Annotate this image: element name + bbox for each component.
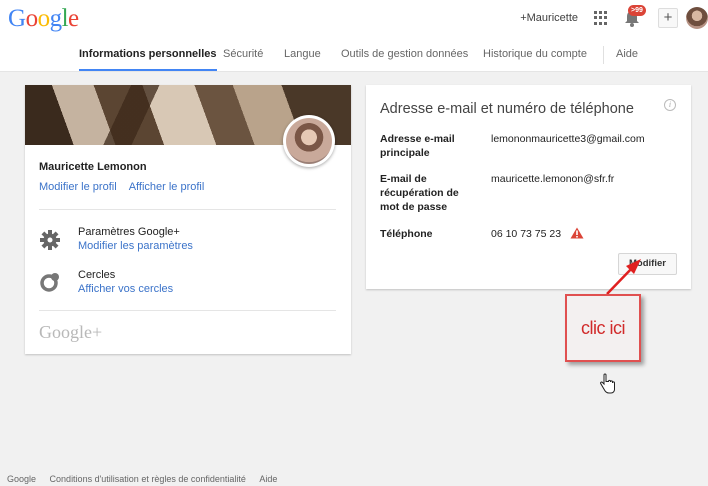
phone-value: 06 10 73 75 23 (491, 228, 562, 240)
edit-profile-link[interactable]: Modifier le profil (39, 181, 117, 193)
primary-email-value: lemononmauricette3@gmail.com (491, 133, 645, 145)
circles-title: Cercles (78, 269, 116, 281)
primary-email-label: Adresse e-mail principale (380, 133, 455, 159)
tab-outils-gestion-donnees[interactable]: Outils de gestion données (341, 48, 468, 60)
hand-cursor-icon (600, 373, 615, 394)
footer-terms-link[interactable]: Conditions d'utilisation et règles de co… (50, 474, 246, 484)
divider (39, 310, 336, 311)
header: Google +Mauricette >99 + Informations pe… (0, 0, 708, 72)
settings-title: Paramètres Google+ (78, 226, 180, 238)
logo-letter: o (25, 5, 39, 32)
warning-icon (570, 227, 584, 239)
footer-google-link[interactable]: Google (7, 474, 36, 484)
annotation-text: clic ici (581, 318, 626, 338)
view-profile-link[interactable]: Afficher le profil (129, 181, 205, 193)
phone-row: 06 10 73 75 23 (491, 227, 584, 241)
tab-historique-compte[interactable]: Historique du compte (483, 48, 587, 60)
settings-row: Paramètres Google+ Modifier les paramètr… (78, 225, 193, 253)
phone-label: Téléphone (380, 228, 433, 240)
profile-photo[interactable] (283, 115, 335, 167)
divider (39, 209, 336, 210)
share-add-button[interactable]: + (658, 8, 678, 28)
contact-card-title: Adresse e-mail et numéro de téléphone (380, 101, 634, 117)
tab-divider (603, 46, 604, 64)
info-icon[interactable]: i (664, 99, 676, 111)
profile-name: Mauricette Lemonon (39, 161, 147, 173)
google-plus-user-link[interactable]: +Mauricette (520, 12, 578, 24)
tab-informations-personnelles[interactable]: Informations personnelles (79, 48, 217, 71)
logo-letter: o (37, 5, 51, 32)
circles-icon (40, 273, 59, 292)
account-avatar[interactable] (686, 7, 708, 29)
top-right-toolbar: +Mauricette >99 + (520, 5, 708, 30)
contact-card: Adresse e-mail et numéro de téléphone i … (366, 85, 691, 289)
tab-langue[interactable]: Langue (284, 48, 321, 60)
gear-icon (40, 230, 60, 250)
footer: Google Conditions d'utilisation et règle… (7, 474, 277, 484)
logo-letter: g (49, 5, 63, 32)
account-tabs: Informations personnelles Sécurité Langu… (0, 44, 708, 72)
google-logo[interactable]: Google (8, 5, 79, 33)
modify-button[interactable]: Modifier (618, 253, 677, 275)
recovery-email-label: E-mail de récupération de mot de passe (380, 173, 459, 213)
notifications-button[interactable]: >99 (622, 5, 646, 29)
profile-links: Modifier le profil Afficher le profil (39, 181, 204, 193)
circles-row: Cercles Afficher vos cercles (78, 268, 173, 296)
annotation-callout: clic ici (565, 294, 641, 362)
apps-grid-icon[interactable] (594, 11, 608, 25)
google-plus-logo: Google+ (39, 322, 103, 342)
logo-letter: G (8, 5, 26, 32)
tab-securite[interactable]: Sécurité (223, 48, 263, 60)
profile-card: Mauricette Lemonon Modifier le profil Af… (25, 85, 351, 354)
view-circles-link[interactable]: Afficher vos cercles (78, 282, 173, 296)
logo-letter: e (68, 5, 79, 32)
modify-settings-link[interactable]: Modifier les paramètres (78, 239, 193, 253)
tab-aide[interactable]: Aide (616, 48, 638, 60)
footer-help-link[interactable]: Aide (259, 474, 277, 484)
recovery-email-value: mauricette.lemonon@sfr.fr (491, 173, 615, 185)
notification-count-badge: >99 (628, 5, 646, 16)
